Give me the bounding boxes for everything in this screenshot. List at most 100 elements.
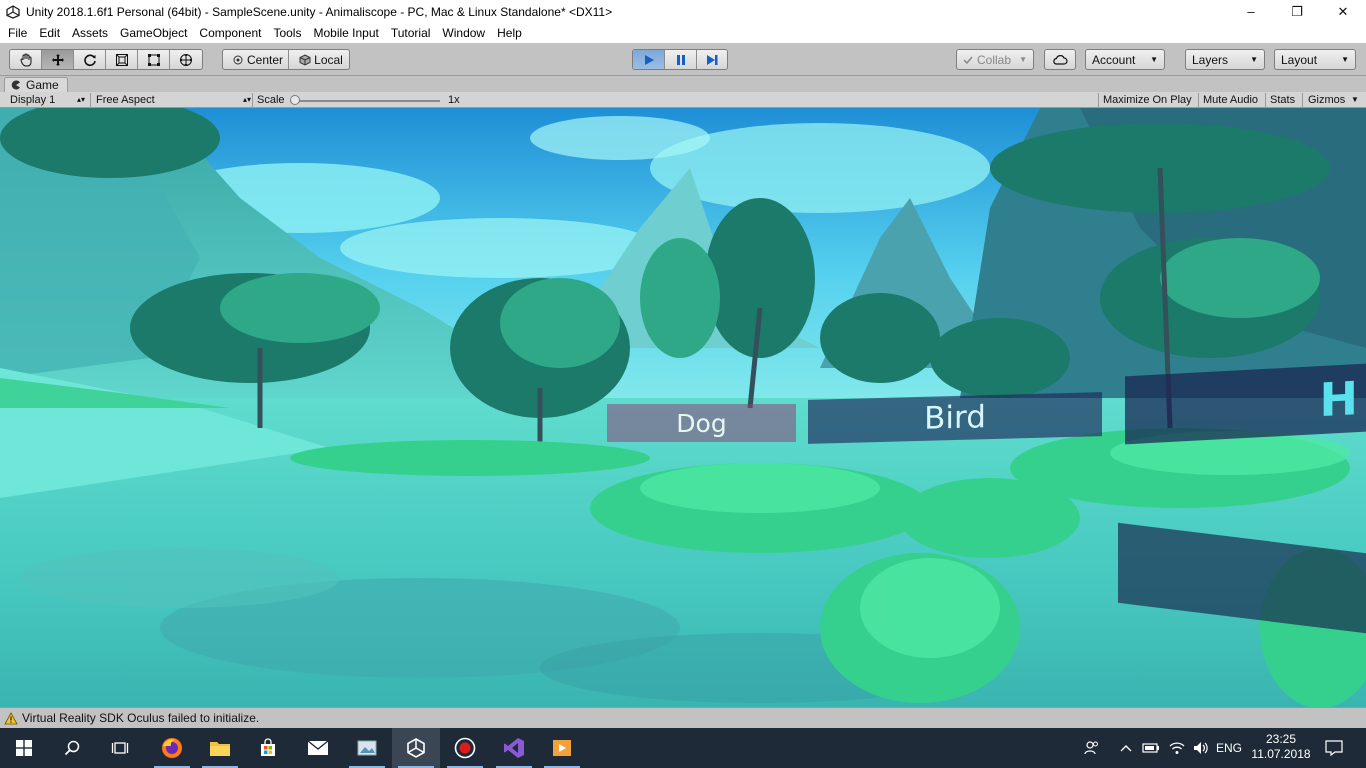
- action-center-button[interactable]: [1320, 728, 1348, 768]
- divider: [1098, 93, 1099, 107]
- display-dropdown[interactable]: Display 1: [10, 92, 55, 108]
- visual-studio-icon: [504, 738, 524, 758]
- pivot-local-label: Local: [314, 52, 343, 67]
- mute-audio-toggle[interactable]: Mute Audio: [1203, 92, 1258, 108]
- menu-gameobject[interactable]: GameObject: [114, 23, 193, 43]
- chevron-updown-icon: ▴▾: [243, 95, 252, 104]
- cube-icon: [299, 53, 311, 66]
- unity-taskbar-button[interactable]: [392, 728, 440, 768]
- people-button[interactable]: [1078, 728, 1106, 768]
- menu-window[interactable]: Window: [436, 23, 491, 43]
- close-button[interactable]: ✕: [1320, 0, 1366, 23]
- recorder-taskbar-button[interactable]: [441, 728, 489, 768]
- choice-panel-dog[interactable]: Dog: [607, 404, 796, 442]
- notification-icon: [1325, 740, 1343, 756]
- divider: [1198, 93, 1199, 107]
- step-button[interactable]: [697, 50, 727, 69]
- pivot-toggles: Center Local: [222, 49, 350, 70]
- pivot-center-label: Center: [246, 52, 284, 67]
- choice-panel-partial[interactable]: H: [1125, 363, 1366, 445]
- start-button[interactable]: [0, 728, 48, 768]
- windows-taskbar: ENG 23:25 11.07.2018: [0, 728, 1366, 768]
- menu-mobile-input[interactable]: Mobile Input: [307, 23, 384, 43]
- combined-transform-icon: [180, 53, 192, 66]
- aspect-dropdown[interactable]: Free Aspect: [96, 92, 155, 108]
- pivot-local-button[interactable]: Local: [289, 50, 349, 69]
- folder-icon: [210, 742, 230, 756]
- layers-dropdown[interactable]: Layers ▼: [1185, 49, 1265, 70]
- menu-component[interactable]: Component: [193, 23, 267, 43]
- firefox-icon: [162, 738, 182, 758]
- move-tool-button[interactable]: [42, 50, 74, 69]
- menu-help[interactable]: Help: [491, 23, 528, 43]
- main-toolbar: Center Local Collab ▼ Account ▼ Layers ▼…: [0, 43, 1366, 76]
- menu-assets[interactable]: Assets: [66, 23, 114, 43]
- scale-icon: [115, 53, 128, 66]
- minimize-button[interactable]: –: [1228, 0, 1274, 23]
- choice-panel-bird[interactable]: Bird: [808, 392, 1102, 444]
- file-explorer-taskbar-button[interactable]: [196, 728, 244, 768]
- game-viewport[interactable]: Dog Bird H: [0, 108, 1366, 707]
- step-forward-icon: [707, 54, 718, 65]
- transform-tool-button[interactable]: [170, 50, 202, 69]
- store-taskbar-button[interactable]: [244, 728, 292, 768]
- scale-value: 1x: [448, 94, 460, 106]
- volume-button[interactable]: [1190, 728, 1212, 768]
- rotate-tool-button[interactable]: [74, 50, 106, 69]
- task-view-button[interactable]: [96, 728, 144, 768]
- firefox-taskbar-button[interactable]: [148, 728, 196, 768]
- show-hidden-icons-button[interactable]: [1116, 728, 1136, 768]
- menu-edit[interactable]: Edit: [33, 23, 66, 43]
- maximize-on-play-toggle[interactable]: Maximize On Play: [1103, 92, 1192, 108]
- rect-transform-icon: [147, 53, 160, 66]
- menu-file[interactable]: File: [2, 23, 33, 43]
- menu-tutorial[interactable]: Tutorial: [385, 23, 437, 43]
- image-viewer-taskbar-button[interactable]: [343, 728, 391, 768]
- picture-icon: [357, 740, 377, 756]
- scale-slider-handle[interactable]: [290, 95, 300, 105]
- rect-tool-button[interactable]: [138, 50, 170, 69]
- people-icon: [1084, 741, 1098, 755]
- status-bar: Virtual Reality SDK Oculus failed to ini…: [0, 707, 1366, 728]
- warning-icon: [4, 711, 18, 724]
- mail-envelope-icon: [307, 740, 329, 755]
- search-icon: [64, 740, 80, 756]
- hand-tool-button[interactable]: [10, 50, 42, 69]
- unity-logo-icon: [6, 4, 20, 19]
- maximize-button[interactable]: ❐: [1274, 0, 1320, 23]
- transform-tools: [9, 49, 203, 70]
- layout-dropdown[interactable]: Layout ▼: [1274, 49, 1356, 70]
- language-indicator[interactable]: ENG: [1212, 728, 1246, 768]
- visual-studio-taskbar-button[interactable]: [490, 728, 538, 768]
- windows-logo-icon: [16, 740, 32, 756]
- scale-tool-button[interactable]: [106, 50, 138, 69]
- pivot-center-button[interactable]: Center: [223, 50, 289, 69]
- battery-button[interactable]: [1140, 728, 1162, 768]
- pause-button[interactable]: [665, 50, 697, 69]
- menu-tools[interactable]: Tools: [267, 23, 307, 43]
- media-player-taskbar-button[interactable]: [538, 728, 586, 768]
- choice-label-bird: Bird: [924, 399, 986, 437]
- mail-taskbar-button[interactable]: [294, 728, 342, 768]
- chevron-down-icon: ▼: [1250, 55, 1258, 64]
- game-options-bar: Display 1 ▴▾ Free Aspect ▴▾ Scale 1x Max…: [0, 92, 1366, 108]
- clock[interactable]: 23:25 11.07.2018: [1250, 732, 1312, 762]
- collab-dropdown[interactable]: Collab ▼: [956, 49, 1034, 70]
- account-dropdown[interactable]: Account ▼: [1085, 49, 1165, 70]
- play-button[interactable]: [633, 50, 665, 69]
- choice-label-dog: Dog: [676, 408, 727, 438]
- cloud-button[interactable]: [1044, 49, 1076, 70]
- gizmos-dropdown[interactable]: Gizmos: [1308, 92, 1345, 108]
- stats-toggle[interactable]: Stats: [1270, 92, 1295, 108]
- scale-slider-track[interactable]: [290, 100, 440, 102]
- collab-label: Collab: [977, 52, 1012, 67]
- clock-date: 11.07.2018: [1251, 747, 1311, 761]
- wifi-button[interactable]: [1166, 728, 1188, 768]
- menu-bar: File Edit Assets GameObject Component To…: [0, 23, 1366, 43]
- video-play-icon: [553, 740, 571, 756]
- game-tab[interactable]: Game: [4, 77, 68, 92]
- game-tab-label: Game: [26, 78, 59, 92]
- status-message[interactable]: Virtual Reality SDK Oculus failed to ini…: [22, 711, 259, 725]
- search-button[interactable]: [48, 728, 96, 768]
- title-bar: Unity 2018.1.6f1 Personal (64bit) - Samp…: [0, 0, 1366, 23]
